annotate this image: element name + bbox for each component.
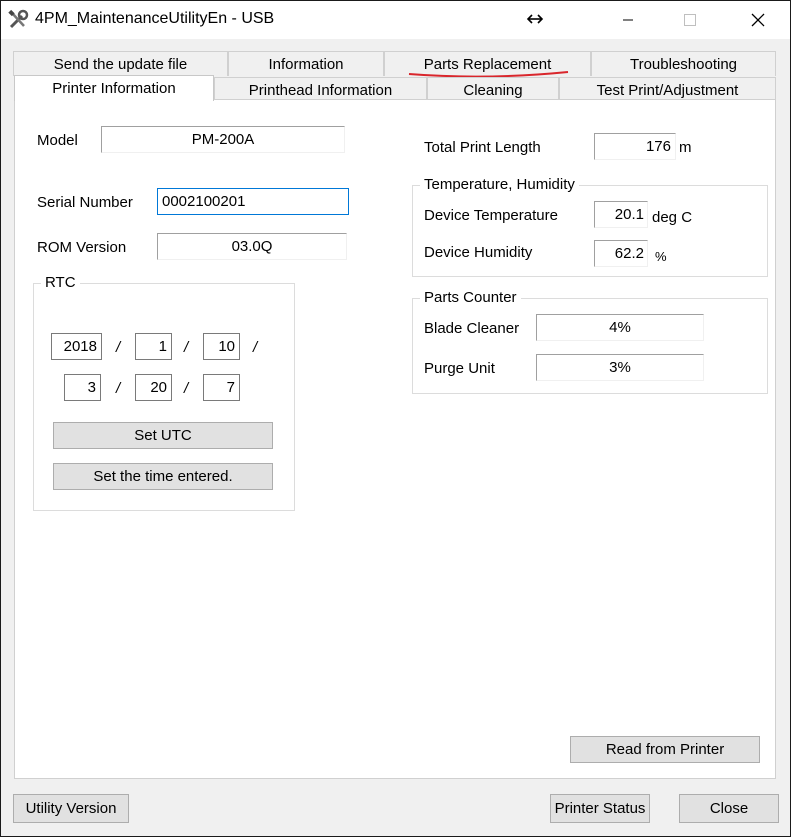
tab-send-update-file[interactable]: Send the update file bbox=[13, 51, 228, 76]
blade-cleaner-number: 4% bbox=[609, 319, 631, 336]
rtc-second-input[interactable] bbox=[203, 374, 240, 401]
tab-label: Information bbox=[268, 55, 344, 73]
purge-unit-label: Purge Unit bbox=[424, 360, 495, 377]
blade-cleaner-label: Blade Cleaner bbox=[424, 320, 520, 337]
tab-troubleshooting[interactable]: Troubleshooting bbox=[591, 51, 776, 76]
minimize-icon bbox=[623, 19, 633, 21]
time-separator: / bbox=[116, 380, 121, 397]
tab-label: Cleaning bbox=[463, 81, 523, 99]
tab-label: Send the update file bbox=[53, 55, 188, 73]
temperature-number: 20.1 bbox=[614, 206, 644, 223]
tab-label: Printer Information bbox=[52, 80, 176, 97]
rom-version-label: ROM Version bbox=[37, 239, 127, 256]
serial-number-label: Serial Number bbox=[37, 194, 133, 211]
model-text: PM-200A bbox=[191, 131, 255, 148]
model-label: Model bbox=[37, 132, 78, 149]
humidity-number: 62.2 bbox=[614, 245, 644, 262]
model-value: PM-200A bbox=[101, 126, 345, 153]
maximize-icon bbox=[684, 14, 696, 26]
parts-counter-title: Parts Counter bbox=[420, 289, 521, 306]
temperature-humidity-title: Temperature, Humidity bbox=[420, 176, 579, 193]
close-icon bbox=[751, 13, 765, 27]
tab-label: Printhead Information bbox=[248, 81, 393, 99]
total-print-length-label: Total Print Length bbox=[424, 139, 541, 156]
window-title: 4PM_MaintenanceUtilityEn - USB bbox=[35, 10, 275, 27]
device-humidity-value: 62.2 bbox=[594, 240, 648, 267]
close-button[interactable]: Close bbox=[679, 794, 779, 823]
humidity-unit: % bbox=[655, 249, 667, 264]
resize-horizontal-icon bbox=[525, 9, 545, 29]
device-temperature-value: 20.1 bbox=[594, 201, 648, 228]
rom-version-text: 03.0Q bbox=[231, 238, 273, 255]
rtc-day-input[interactable] bbox=[203, 333, 240, 360]
time-separator: / bbox=[184, 380, 189, 397]
utility-version-button[interactable]: Utility Version bbox=[13, 794, 129, 823]
rom-version-value: 03.0Q bbox=[157, 233, 347, 260]
tab-printer-information[interactable]: Printer Information bbox=[14, 75, 214, 101]
serial-number-input[interactable] bbox=[157, 188, 349, 215]
total-print-length-value: 176 bbox=[594, 133, 676, 160]
date-separator: / bbox=[253, 339, 258, 356]
set-time-entered-button[interactable]: Set the time entered. bbox=[53, 463, 273, 490]
date-separator: / bbox=[184, 339, 189, 356]
print-length-unit: m bbox=[679, 139, 692, 156]
print-length-number: 176 bbox=[645, 138, 671, 155]
maximize-button[interactable] bbox=[667, 1, 713, 39]
title-bar[interactable]: 4PM_MaintenanceUtilityEn - USB bbox=[1, 1, 790, 39]
minimize-button[interactable] bbox=[605, 1, 651, 39]
temperature-humidity-group bbox=[412, 185, 768, 277]
printer-information-panel: Model PM-200A Serial Number ROM Version … bbox=[14, 99, 776, 779]
main-window: 4PM_MaintenanceUtilityEn - USB Send the … bbox=[0, 0, 791, 837]
rtc-minute-input[interactable] bbox=[135, 374, 172, 401]
tab-label: Troubleshooting bbox=[629, 55, 737, 73]
rtc-group-title: RTC bbox=[41, 274, 80, 291]
date-separator: / bbox=[116, 339, 121, 356]
close-window-button[interactable] bbox=[735, 1, 781, 39]
rtc-year-input[interactable] bbox=[51, 333, 102, 360]
set-utc-button[interactable]: Set UTC bbox=[53, 422, 273, 449]
tab-label: Test Print/Adjustment bbox=[596, 81, 739, 99]
device-temperature-label: Device Temperature bbox=[424, 207, 558, 224]
purge-unit-number: 3% bbox=[609, 359, 631, 376]
rtc-hour-input[interactable] bbox=[64, 374, 101, 401]
purge-unit-value: 3% bbox=[536, 354, 704, 381]
tools-icon bbox=[7, 9, 29, 31]
printer-status-button[interactable]: Printer Status bbox=[550, 794, 650, 823]
read-from-printer-button[interactable]: Read from Printer bbox=[570, 736, 760, 763]
device-humidity-label: Device Humidity bbox=[424, 244, 533, 261]
temperature-unit: deg C bbox=[652, 209, 693, 226]
tab-information[interactable]: Information bbox=[228, 51, 384, 76]
rtc-month-input[interactable] bbox=[135, 333, 172, 360]
blade-cleaner-value: 4% bbox=[536, 314, 704, 341]
